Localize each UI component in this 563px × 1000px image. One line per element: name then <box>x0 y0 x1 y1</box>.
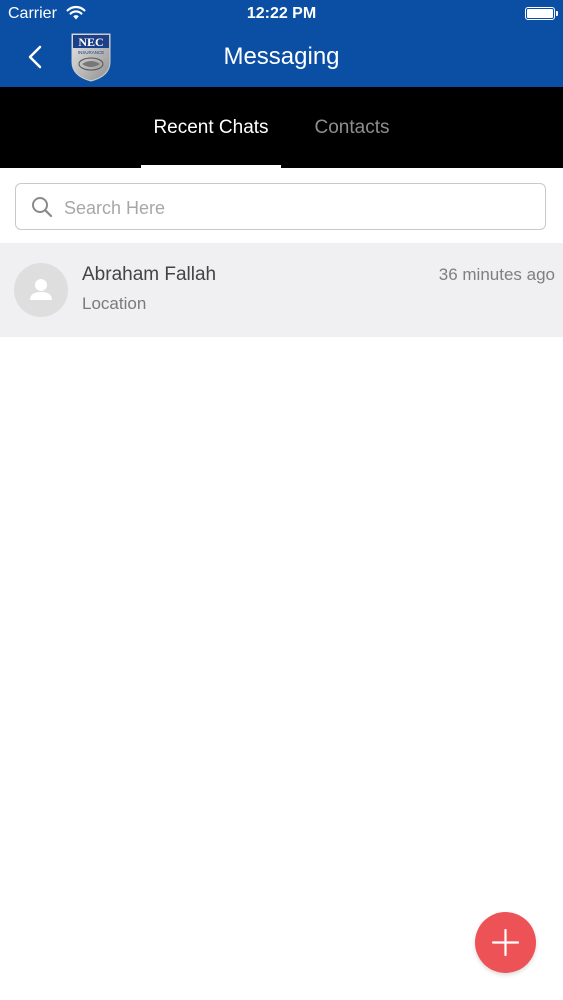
search-icon <box>32 197 53 218</box>
chat-timestamp: 36 minutes ago <box>438 265 555 284</box>
tab-recent-chats[interactable]: Recent Chats <box>141 87 281 168</box>
status-time: 12:22 PM <box>246 5 317 22</box>
tab-contacts[interactable]: Contacts <box>282 87 422 168</box>
person-icon <box>30 279 52 300</box>
plus-icon <box>491 928 520 957</box>
tab-bar: Recent Chats Contacts <box>0 87 563 168</box>
avatar <box>14 263 68 317</box>
chat-last-message: Location <box>82 294 147 313</box>
status-bar: Carrier 12:22 PM <box>0 0 563 30</box>
page-title: Messaging <box>223 43 340 70</box>
new-chat-button[interactable] <box>475 912 536 973</box>
search-input[interactable] <box>62 192 526 224</box>
active-tab-indicator <box>141 165 281 168</box>
app-header: Carrier 12:22 PM NEC INSURANCE Messaging <box>0 0 563 87</box>
chat-contact-name: Abraham Fallah <box>82 264 217 285</box>
search-bar[interactable] <box>15 183 546 230</box>
chat-row[interactable]: Abraham Fallah Location 36 minutes ago <box>0 243 563 337</box>
battery-icon <box>525 7 558 20</box>
